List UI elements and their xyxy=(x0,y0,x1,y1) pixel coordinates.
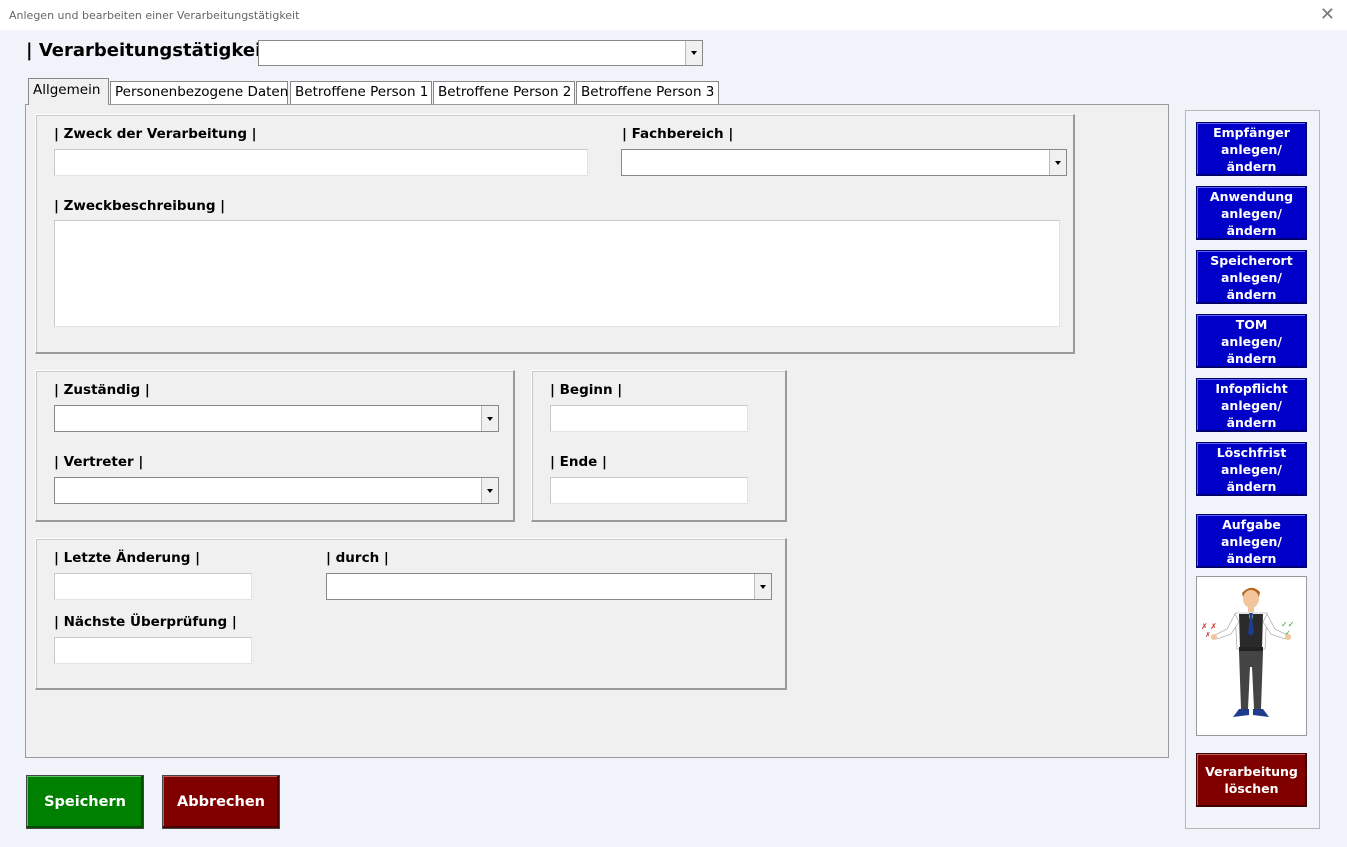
naechste-pruefung-label: | Nächste Überprüfung | xyxy=(54,614,237,630)
letzte-aenderung-input[interactable] xyxy=(54,573,252,600)
chevron-down-icon[interactable] xyxy=(754,574,771,599)
speicherort-button[interactable]: Speicherort anlegen/ändern xyxy=(1196,250,1307,304)
window-title: Anlegen und bearbeiten einer Verarbeitun… xyxy=(9,9,300,22)
ende-input[interactable] xyxy=(550,477,748,504)
vertreter-combo[interactable] xyxy=(54,477,499,504)
ende-label: | Ende | xyxy=(550,454,607,470)
svg-text:✓: ✓ xyxy=(1285,629,1291,637)
verarbeitung-loeschen-button[interactable]: Verarbeitung löschen xyxy=(1196,753,1307,807)
tom-button[interactable]: TOM anlegen/ändern xyxy=(1196,314,1307,368)
zweck-input[interactable] xyxy=(54,149,588,176)
chevron-down-icon[interactable] xyxy=(481,406,498,431)
button-label: TOM xyxy=(1235,316,1268,332)
chevron-down-icon[interactable] xyxy=(481,478,498,503)
anwendung-button[interactable]: Anwendung anlegen/ändern xyxy=(1196,186,1307,240)
tab-personenbezogene-daten[interactable]: Personenbezogene Daten xyxy=(110,81,288,104)
svg-text:✗ ✗: ✗ ✗ xyxy=(1201,622,1217,631)
svg-text:✓✓: ✓✓ xyxy=(1281,620,1294,629)
letzte-aenderung-label: | Letzte Änderung | xyxy=(54,550,201,566)
tab-betroffene-person-1[interactable]: Betroffene Person 1 xyxy=(290,81,432,104)
fachbereich-label: | Fachbereich | xyxy=(622,126,734,142)
durch-combo[interactable] xyxy=(326,573,772,600)
chevron-down-icon[interactable] xyxy=(685,41,702,65)
vertreter-label: | Vertreter | xyxy=(54,454,144,470)
verarbeitungstaetigkeit-combo[interactable] xyxy=(258,40,703,66)
button-label: Verarbeitung xyxy=(1205,764,1298,779)
button-label: anlegen/ändern xyxy=(1221,205,1282,238)
zweckbeschreibung-label: | Zweckbeschreibung | xyxy=(54,198,226,214)
cancel-button[interactable]: Abbrechen xyxy=(162,775,280,829)
close-icon[interactable]: ✕ xyxy=(1320,4,1335,25)
tab-betroffene-person-3[interactable]: Betroffene Person 3 xyxy=(576,81,719,104)
verarbeitungstaetigkeit-label: | Verarbeitungstätigkeit | xyxy=(26,40,283,61)
svg-text:✗: ✗ xyxy=(1205,631,1211,639)
zustaendig-label: | Zuständig | xyxy=(54,382,150,398)
button-label: Speicherort xyxy=(1210,252,1293,268)
zweck-label: | Zweck der Verarbeitung | xyxy=(54,126,257,142)
zustaendig-combo[interactable] xyxy=(54,405,499,432)
loeschfrist-button[interactable]: Löschfrist anlegen/ändern xyxy=(1196,442,1307,496)
button-label: Löschfrist xyxy=(1216,444,1287,460)
button-label: Anwendung xyxy=(1209,188,1294,204)
beginn-label: | Beginn | xyxy=(550,382,623,398)
empfaenger-button[interactable]: Empfänger anlegen/ändern xyxy=(1196,122,1307,176)
button-label: anlegen/ändern xyxy=(1221,141,1282,174)
button-label: anlegen/ändern xyxy=(1221,333,1282,366)
fachbereich-combo[interactable] xyxy=(621,149,1067,176)
aufgabe-button[interactable]: Aufgabe anlegen/ändern xyxy=(1196,514,1307,568)
beginn-input[interactable] xyxy=(550,405,748,432)
button-label: anlegen/ändern xyxy=(1221,397,1282,430)
button-label: anlegen/ändern xyxy=(1221,533,1282,566)
zweckbeschreibung-textarea[interactable] xyxy=(54,220,1060,327)
button-label: Infopflicht xyxy=(1215,380,1288,396)
button-label: löschen xyxy=(1224,781,1279,796)
button-label: anlegen/ändern xyxy=(1221,461,1282,494)
button-label: Aufgabe xyxy=(1222,516,1281,532)
durch-label: | durch | xyxy=(326,550,389,566)
infopflicht-button[interactable]: Infopflicht anlegen/ändern xyxy=(1196,378,1307,432)
chevron-down-icon[interactable] xyxy=(1049,150,1066,175)
businessman-figure-icon: ✗ ✗ ✗ ✓✓ ✓ xyxy=(1196,576,1307,736)
save-button[interactable]: Speichern xyxy=(26,775,144,829)
window-titlebar: Anlegen und bearbeiten einer Verarbeitun… xyxy=(0,0,1347,30)
naechste-pruefung-input[interactable] xyxy=(54,637,252,664)
tab-allgemein[interactable]: Allgemein xyxy=(28,78,109,105)
button-label: anlegen/ändern xyxy=(1221,269,1282,302)
button-label: Empfänger xyxy=(1213,124,1290,140)
tab-betroffene-person-2[interactable]: Betroffene Person 2 xyxy=(433,81,575,104)
